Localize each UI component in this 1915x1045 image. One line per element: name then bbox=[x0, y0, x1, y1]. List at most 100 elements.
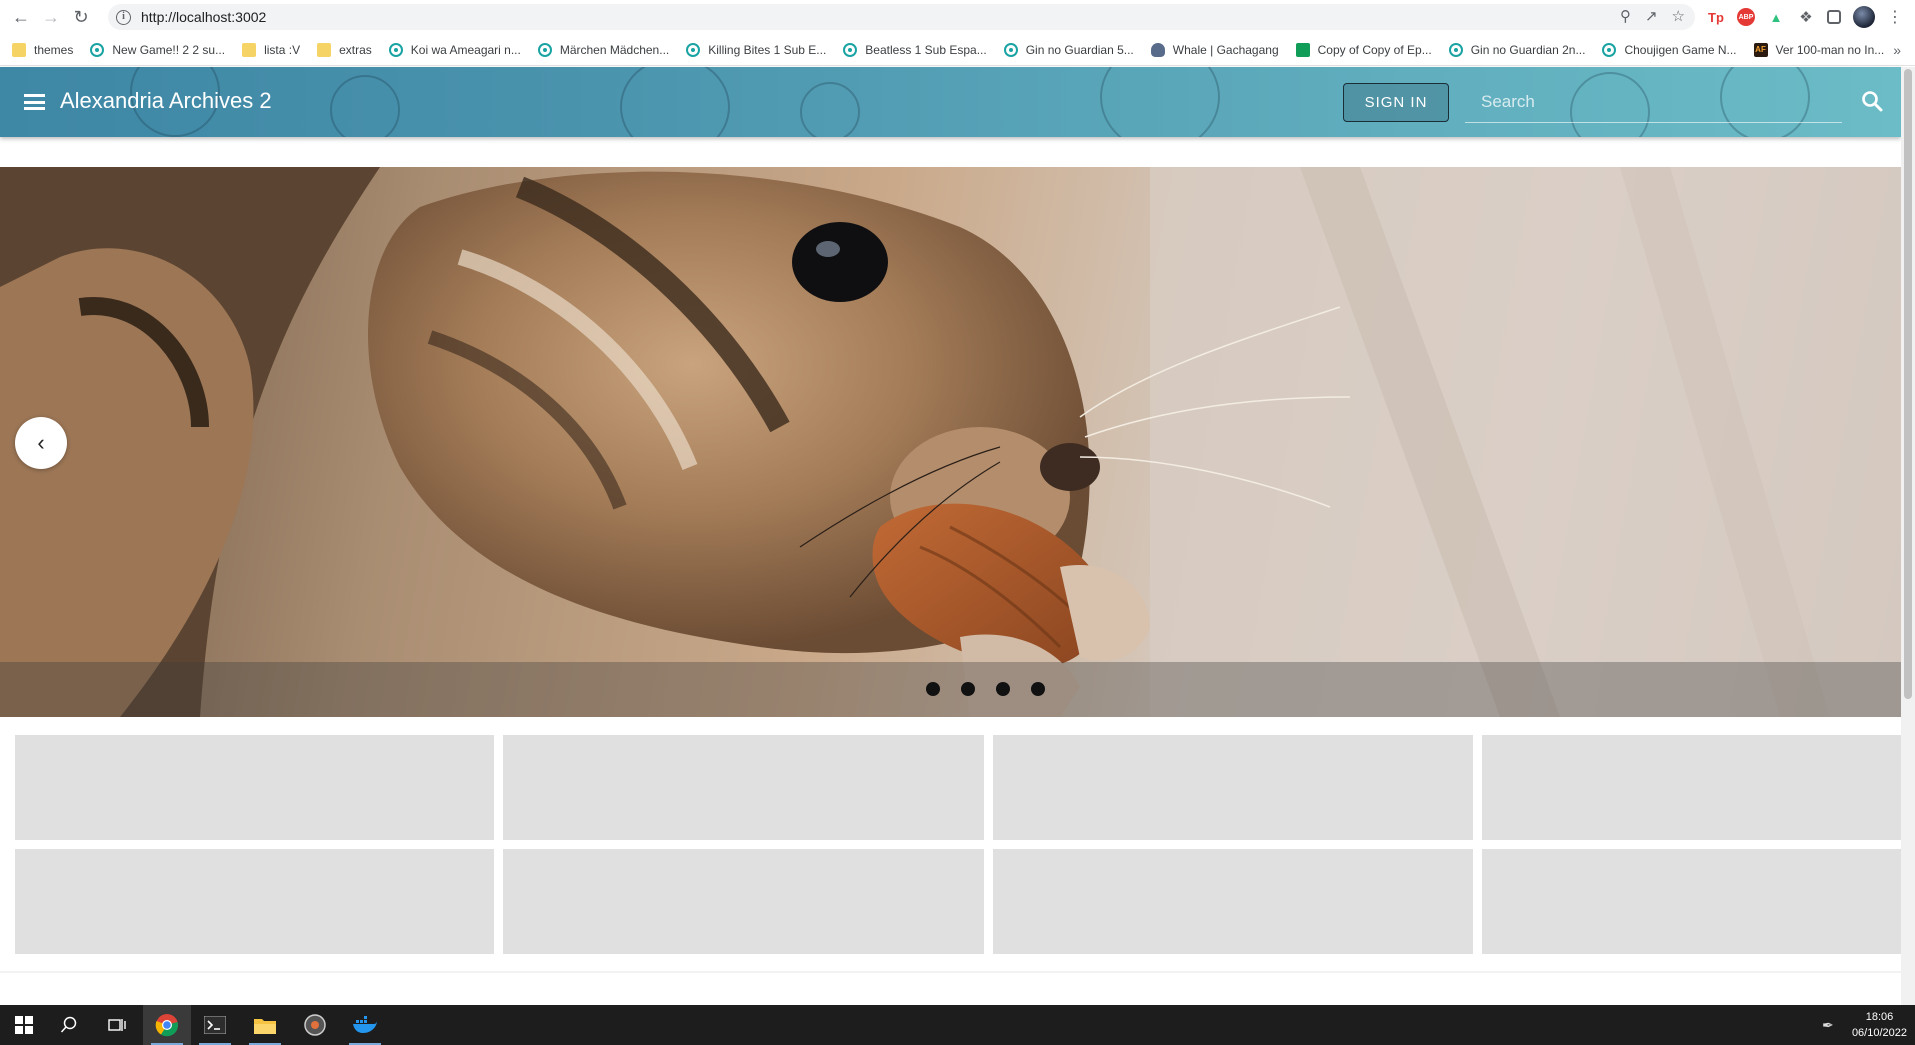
bookmark-item[interactable]: AF Ver 100-man no In... bbox=[1753, 42, 1884, 57]
vue-extension-icon[interactable]: ▲ bbox=[1767, 8, 1785, 26]
folder-icon bbox=[317, 42, 332, 57]
placeholder-card bbox=[993, 849, 1473, 954]
bookmark-item[interactable]: Whale | Gachagang bbox=[1150, 42, 1279, 57]
carousel-dot[interactable] bbox=[1031, 682, 1045, 696]
tp-extension-icon[interactable]: Tp bbox=[1707, 8, 1725, 26]
content-grid bbox=[15, 735, 1915, 954]
menu-kebab-icon[interactable]: ⋮ bbox=[1887, 7, 1903, 27]
task-view-icon bbox=[108, 1019, 126, 1031]
search-field bbox=[1465, 81, 1842, 123]
header-decoration bbox=[620, 67, 730, 137]
carousel-dot[interactable] bbox=[926, 682, 940, 696]
zoom-icon[interactable]: ⚲ bbox=[1620, 7, 1631, 25]
header-decoration bbox=[800, 82, 860, 137]
clock-time: 18:06 bbox=[1865, 1011, 1894, 1023]
start-button[interactable] bbox=[0, 1005, 48, 1045]
bookmark-item[interactable]: extras bbox=[317, 42, 372, 57]
ring-icon bbox=[1448, 42, 1463, 57]
ring-icon bbox=[843, 42, 858, 57]
share-icon[interactable]: ↗ bbox=[1645, 7, 1658, 25]
placeholder-card bbox=[993, 735, 1473, 840]
placeholder-card bbox=[15, 849, 494, 954]
placeholder-card bbox=[503, 735, 984, 840]
header-decoration bbox=[1100, 67, 1220, 137]
ring-icon bbox=[90, 42, 105, 57]
app-header: Alexandria Archives 2 SIGN IN bbox=[0, 67, 1901, 137]
ring-icon bbox=[686, 42, 701, 57]
bookmark-item[interactable]: themes bbox=[12, 42, 73, 57]
header-decoration bbox=[330, 75, 400, 137]
folder-icon bbox=[12, 42, 26, 57]
site-info-icon[interactable]: i bbox=[116, 9, 131, 25]
star-icon[interactable]: ☆ bbox=[1672, 7, 1685, 25]
carousel-dot[interactable] bbox=[961, 682, 975, 696]
whale-icon bbox=[1150, 42, 1165, 57]
taskbar-search-button[interactable] bbox=[45, 1005, 93, 1045]
pen-icon[interactable]: ✒ bbox=[1822, 1017, 1834, 1034]
browser-toolbar: ← → ↻ i http://localhost:3002 ⚲ ↗ ☆ Tp A… bbox=[0, 0, 1915, 34]
forward-arrow-icon[interactable]: → bbox=[38, 4, 64, 30]
terminal-icon bbox=[204, 1016, 226, 1034]
placeholder-card bbox=[1482, 735, 1915, 840]
chrome-icon bbox=[155, 1014, 179, 1037]
bookmark-item[interactable]: Killing Bites 1 Sub E... bbox=[686, 42, 826, 57]
clock-date: 06/10/2022 bbox=[1851, 1027, 1907, 1039]
hero-carousel: ‹ bbox=[0, 167, 1901, 717]
side-panel-icon[interactable] bbox=[1827, 10, 1841, 24]
puzzle-icon[interactable]: ❖ bbox=[1797, 8, 1815, 26]
chevron-left-icon: ‹ bbox=[37, 430, 45, 455]
placeholder-card bbox=[503, 849, 984, 954]
bookmark-item[interactable]: Beatless 1 Sub Espa... bbox=[843, 42, 987, 57]
profile-avatar[interactable] bbox=[1853, 6, 1875, 28]
ring-icon bbox=[1003, 42, 1018, 57]
hamburger-menu-icon[interactable] bbox=[24, 94, 45, 110]
back-arrow-icon[interactable]: ← bbox=[8, 4, 34, 30]
app-title: Alexandria Archives 2 bbox=[60, 88, 272, 113]
ring-icon bbox=[388, 42, 403, 57]
bookmark-item[interactable]: Koi wa Ameagari n... bbox=[388, 42, 521, 57]
search-icon bbox=[60, 1016, 77, 1033]
folder-icon bbox=[242, 42, 257, 57]
bookmark-item[interactable]: New Game!! 2 2 su... bbox=[90, 42, 225, 57]
page-scrollbar[interactable] bbox=[1901, 67, 1915, 1005]
bookmarks-bar: themes New Game!! 2 2 su... lista :V ext… bbox=[0, 34, 1915, 66]
carousel-dot[interactable] bbox=[996, 682, 1010, 696]
task-view-button[interactable] bbox=[93, 1005, 141, 1045]
reload-icon[interactable]: ↻ bbox=[68, 4, 94, 30]
taskbar: ✒ 18:06 06/10/2022 bbox=[0, 1005, 1915, 1045]
chrome-taskbar-button[interactable] bbox=[143, 1005, 191, 1045]
disc-icon bbox=[304, 1014, 326, 1036]
scrollbar-thumb[interactable] bbox=[1904, 69, 1912, 699]
more-bookmarks-icon[interactable]: » bbox=[1893, 42, 1901, 58]
bookmark-item[interactable]: Gin no Guardian 5... bbox=[1003, 42, 1134, 57]
divider bbox=[0, 971, 1901, 973]
bookmark-item[interactable]: lista :V bbox=[242, 42, 300, 57]
terminal-taskbar-button[interactable] bbox=[191, 1005, 239, 1045]
sheet-icon bbox=[1295, 42, 1310, 57]
af-icon: AF bbox=[1753, 42, 1768, 57]
file-explorer-taskbar-button[interactable] bbox=[241, 1005, 289, 1045]
docker-whale-icon bbox=[353, 1016, 377, 1033]
placeholder-card bbox=[1482, 849, 1915, 954]
bookmark-item[interactable]: Gin no Guardian 2n... bbox=[1448, 42, 1585, 57]
bookmark-item[interactable]: Märchen Mädchen... bbox=[537, 42, 669, 57]
address-bar[interactable]: i http://localhost:3002 ⚲ ↗ ☆ bbox=[108, 4, 1695, 30]
chipmunk-image bbox=[0, 167, 1901, 717]
placeholder-card bbox=[15, 735, 494, 840]
search-input[interactable] bbox=[1465, 81, 1842, 122]
bookmark-item[interactable]: Choujigen Game N... bbox=[1602, 42, 1737, 57]
folder-icon bbox=[254, 1019, 276, 1034]
carousel-dots bbox=[926, 682, 1045, 696]
ring-icon bbox=[537, 42, 552, 57]
sign-in-button[interactable]: SIGN IN bbox=[1343, 83, 1449, 122]
media-app-taskbar-button[interactable] bbox=[291, 1005, 339, 1045]
url-text: http://localhost:3002 bbox=[141, 9, 267, 25]
search-icon[interactable] bbox=[1860, 89, 1884, 113]
docker-taskbar-button[interactable] bbox=[341, 1005, 389, 1045]
system-clock[interactable]: 18:06 06/10/2022 bbox=[1852, 1009, 1907, 1041]
carousel-prev-button[interactable]: ‹ bbox=[15, 417, 67, 469]
adblock-extension-icon[interactable]: ABP bbox=[1737, 8, 1755, 26]
bookmark-item[interactable]: Copy of Copy of Ep... bbox=[1295, 42, 1432, 57]
windows-logo-icon bbox=[15, 1016, 33, 1034]
ring-icon bbox=[1602, 42, 1617, 57]
